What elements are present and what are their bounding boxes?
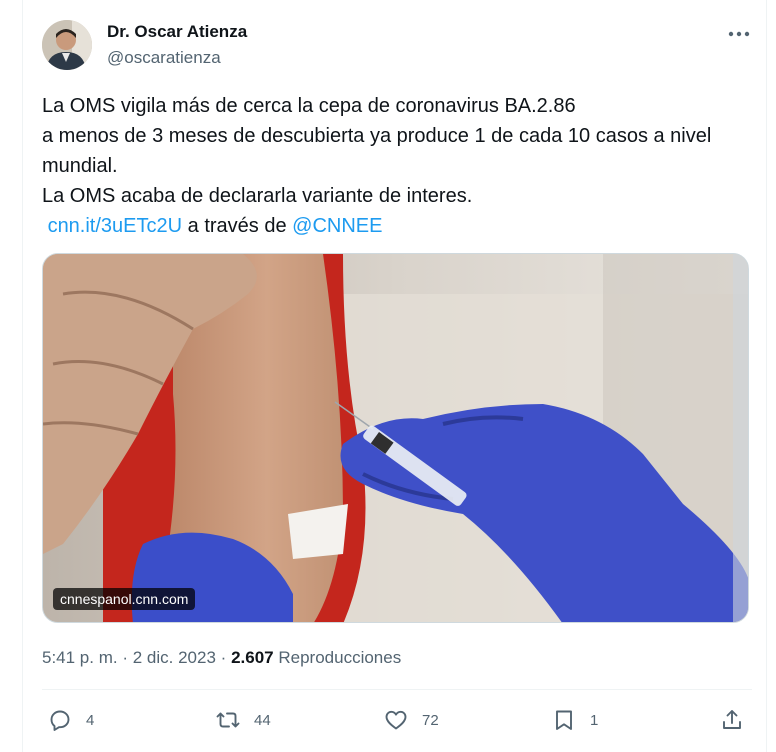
bookmark-icon [556,710,572,730]
reply-icon [50,710,70,731]
views-label: Reproducciones [278,648,402,667]
divider [42,689,752,690]
more-button[interactable] [722,22,756,46]
mention-link[interactable]: @CNNEE [292,215,382,237]
like-button[interactable]: 72 [384,706,439,734]
tweet-line: mundial. [42,155,118,177]
repost-icon [216,712,240,728]
reply-button[interactable]: 4 [48,706,94,734]
via-text: a través de [187,215,287,237]
repost-count: 44 [254,711,271,729]
author-name[interactable]: Dr. Oscar Atienza [107,22,247,42]
share-button[interactable] [720,706,744,734]
author-handle[interactable]: @oscaratienza [107,48,221,68]
meta-separator: · [122,648,129,667]
like-icon [385,710,407,730]
like-count: 72 [422,711,439,729]
share-icon [723,710,741,729]
tweet-date[interactable]: 2 dic. 2023 [133,648,216,667]
tweet-time[interactable]: 5:41 p. m. [42,648,118,667]
bookmark-button[interactable]: 1 [552,706,598,734]
avatar[interactable] [42,20,92,70]
repost-button[interactable]: 44 [216,706,271,734]
meta-separator: · [220,648,227,667]
media-source-label: cnnespanol.cnn.com [53,588,196,610]
tweet-link[interactable]: cnn.it/3uETc2U [48,215,183,237]
tweet-line: a menos de 3 meses de descubierta ya pro… [42,125,712,147]
tweet-line: La OMS vigila más de cerca la cepa de co… [42,95,576,117]
tweet-meta: 5:41 p. m. · 2 dic. 2023 · 2.607 Reprodu… [42,648,401,668]
tweet-link-line: cnn.it/3uETc2U a través de @CNNEE [42,211,754,241]
views-count: 2.607 [231,648,274,667]
reply-count: 4 [86,711,95,729]
bookmark-count: 1 [590,711,599,729]
media-image[interactable]: cnnespanol.cnn.com [42,253,749,623]
tweet-line: La OMS acaba de declararla variante de i… [42,185,473,207]
tweet-text: La OMS vigila más de cerca la cepa de co… [42,91,754,241]
more-icon [728,31,750,37]
